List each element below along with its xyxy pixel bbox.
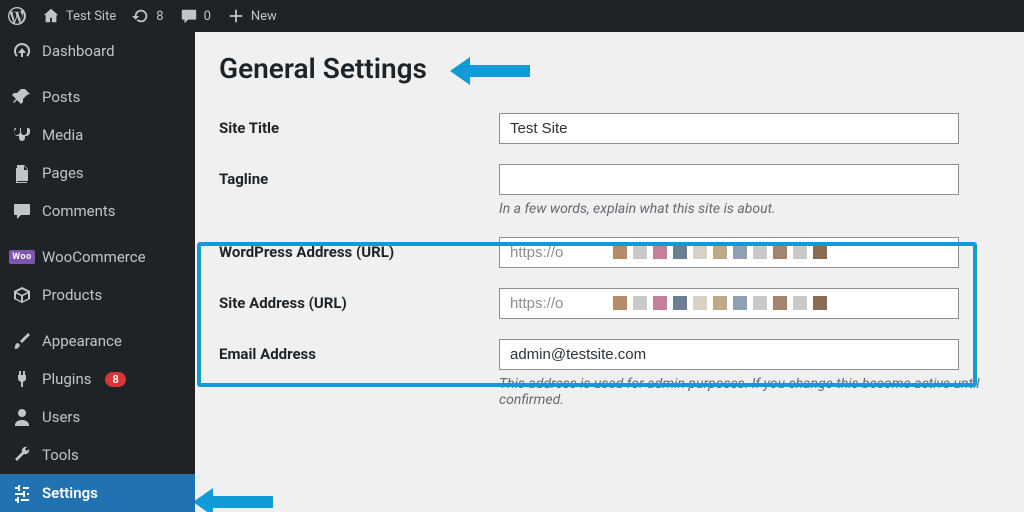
sidebar-item-label: Media [42,126,83,144]
sidebar-item-woocommerce[interactable]: Woo WooCommerce [0,238,195,276]
input-site-title[interactable] [499,113,959,144]
sidebar-item-appearance[interactable]: Appearance [0,322,195,360]
annotation-arrow-settings [195,488,273,512]
admin-top-bar: Test Site 8 0 New [0,0,1024,32]
sidebar-item-label: Plugins [42,370,91,388]
redacted-overlay [613,245,827,259]
sidebar-item-posts[interactable]: Posts [0,78,195,116]
settings-form: Site Title Tagline In a few words, expla… [219,103,1000,418]
page-title: General Settings [219,52,1000,85]
comment-icon [180,7,198,25]
refresh-icon [132,7,150,25]
new-label: New [251,9,277,24]
help-email: This address is used for admin purposes.… [499,376,1000,408]
sidebar-item-label: Products [42,286,102,304]
label-site-title: Site Title [219,113,499,137]
row-site-title: Site Title [219,103,1000,154]
settings-content: General Settings Site Title Tagline In a… [195,32,1024,512]
new-content-link[interactable]: New [227,7,277,25]
page-icon [12,163,32,183]
sidebar-item-label: Appearance [42,332,122,350]
sidebar-item-tools[interactable]: Tools [0,436,195,474]
admin-sidebar: Dashboard Posts Media Pages Comments Woo… [0,32,195,512]
label-wp-url: WordPress Address (URL) [219,237,499,261]
media-icon [12,125,32,145]
sliders-icon [12,483,32,503]
row-site-url: Site Address (URL) [219,278,1000,329]
sidebar-item-label: Tools [42,446,79,464]
dashboard-icon [12,41,32,61]
woocommerce-icon: Woo [12,247,32,267]
row-email: Email Address This address is used for a… [219,329,1000,418]
sidebar-item-label: Dashboard [42,42,115,60]
sidebar-item-label: Comments [42,202,116,220]
home-icon [42,7,60,25]
pin-icon [12,87,32,107]
sidebar-item-plugins[interactable]: Plugins 8 [0,360,195,398]
redacted-overlay [613,296,827,310]
updates-link[interactable]: 8 [132,7,163,25]
sidebar-item-label: WooCommerce [42,248,146,266]
sidebar-item-comments[interactable]: Comments [0,192,195,230]
comments-link[interactable]: 0 [180,7,211,25]
brush-icon [12,331,32,351]
sidebar-item-media[interactable]: Media [0,116,195,154]
sidebar-item-label: Users [42,408,80,426]
site-name-label: Test Site [66,9,116,24]
sidebar-item-label: Pages [42,164,84,182]
plug-icon [12,369,32,389]
plus-icon [227,7,245,25]
sidebar-item-label: Settings [42,484,98,502]
wp-logo[interactable] [8,7,26,25]
comment-icon [12,201,32,221]
plugins-badge: 8 [105,372,125,387]
comments-count: 0 [204,9,211,24]
label-tagline: Tagline [219,164,499,188]
label-email: Email Address [219,339,499,363]
label-site-url: Site Address (URL) [219,288,499,312]
input-tagline[interactable] [499,164,959,195]
sidebar-item-users[interactable]: Users [0,398,195,436]
row-tagline: Tagline In a few words, explain what thi… [219,154,1000,227]
updates-count: 8 [156,9,163,24]
user-icon [12,407,32,427]
box-icon [12,285,32,305]
row-wp-url: WordPress Address (URL) [219,227,1000,278]
sidebar-item-settings[interactable]: Settings [0,474,195,512]
sidebar-item-pages[interactable]: Pages [0,154,195,192]
wrench-icon [12,445,32,465]
site-home-link[interactable]: Test Site [42,7,116,25]
sidebar-item-products[interactable]: Products [0,276,195,314]
input-email[interactable] [499,339,959,370]
wordpress-icon [8,7,26,25]
sidebar-item-label: Posts [42,88,80,106]
help-tagline: In a few words, explain what this site i… [499,201,1000,217]
sidebar-item-dashboard[interactable]: Dashboard [0,32,195,70]
